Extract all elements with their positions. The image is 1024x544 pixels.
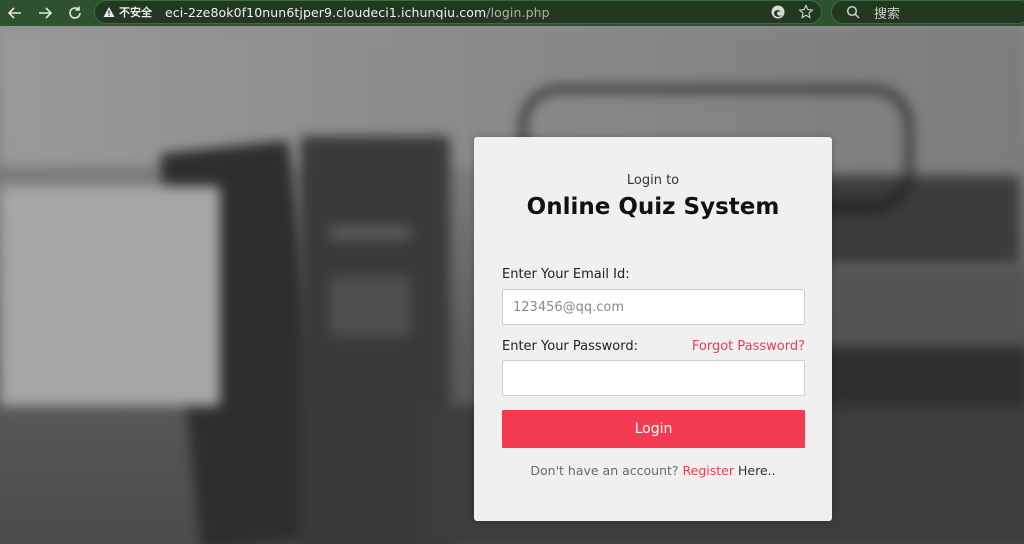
password-field[interactable] bbox=[502, 360, 805, 396]
back-button[interactable] bbox=[0, 0, 30, 26]
edge-extension-icon[interactable] bbox=[769, 3, 787, 21]
login-card: Login to Online Quiz System Enter Your E… bbox=[474, 137, 832, 521]
signup-prompt-suffix: Here.. bbox=[737, 463, 776, 478]
url-text[interactable]: eci-2ze8ok0f10nun6tjper9.cloudeci1.ichun… bbox=[165, 5, 550, 20]
browser-search-box[interactable]: 搜索 bbox=[831, 0, 1024, 24]
warning-icon bbox=[103, 7, 115, 17]
email-label: Enter Your Email Id: bbox=[502, 267, 630, 282]
password-label: Enter Your Password: bbox=[502, 339, 639, 354]
reload-icon bbox=[69, 6, 81, 19]
arrow-right-icon bbox=[39, 7, 53, 19]
search-placeholder: 搜索 bbox=[874, 6, 901, 22]
search-icon bbox=[846, 5, 860, 19]
security-indicator[interactable]: 不安全 bbox=[103, 4, 152, 20]
address-bar[interactable]: 不安全 eci-2ze8ok0f10nun6tjper9.cloudeci1.i… bbox=[94, 0, 822, 24]
page-title: Online Quiz System bbox=[526, 194, 780, 220]
reload-button[interactable] bbox=[60, 0, 90, 26]
email-field[interactable] bbox=[502, 289, 805, 325]
url-host: eci-2ze8ok0f10nun6tjper9.cloudeci1.ichun… bbox=[165, 4, 487, 20]
signup-prompt-text: Don't have an account? bbox=[530, 463, 679, 478]
arrow-left-icon bbox=[7, 7, 21, 19]
url-path: /login.php bbox=[486, 4, 550, 20]
forgot-password-link[interactable]: Forgot Password? bbox=[692, 339, 805, 354]
register-link[interactable]: Register bbox=[683, 463, 734, 478]
forward-button[interactable] bbox=[30, 0, 60, 26]
insecure-label: 不安全 bbox=[119, 6, 152, 19]
signup-prompt: Don't have an account? Register Here.. bbox=[474, 463, 832, 478]
login-button[interactable]: Login bbox=[502, 410, 805, 448]
favorite-star-icon[interactable] bbox=[797, 3, 815, 21]
login-pre-title: Login to bbox=[626, 173, 680, 188]
browser-toolbar: 不安全 eci-2ze8ok0f10nun6tjper9.cloudeci1.i… bbox=[0, 0, 1024, 26]
